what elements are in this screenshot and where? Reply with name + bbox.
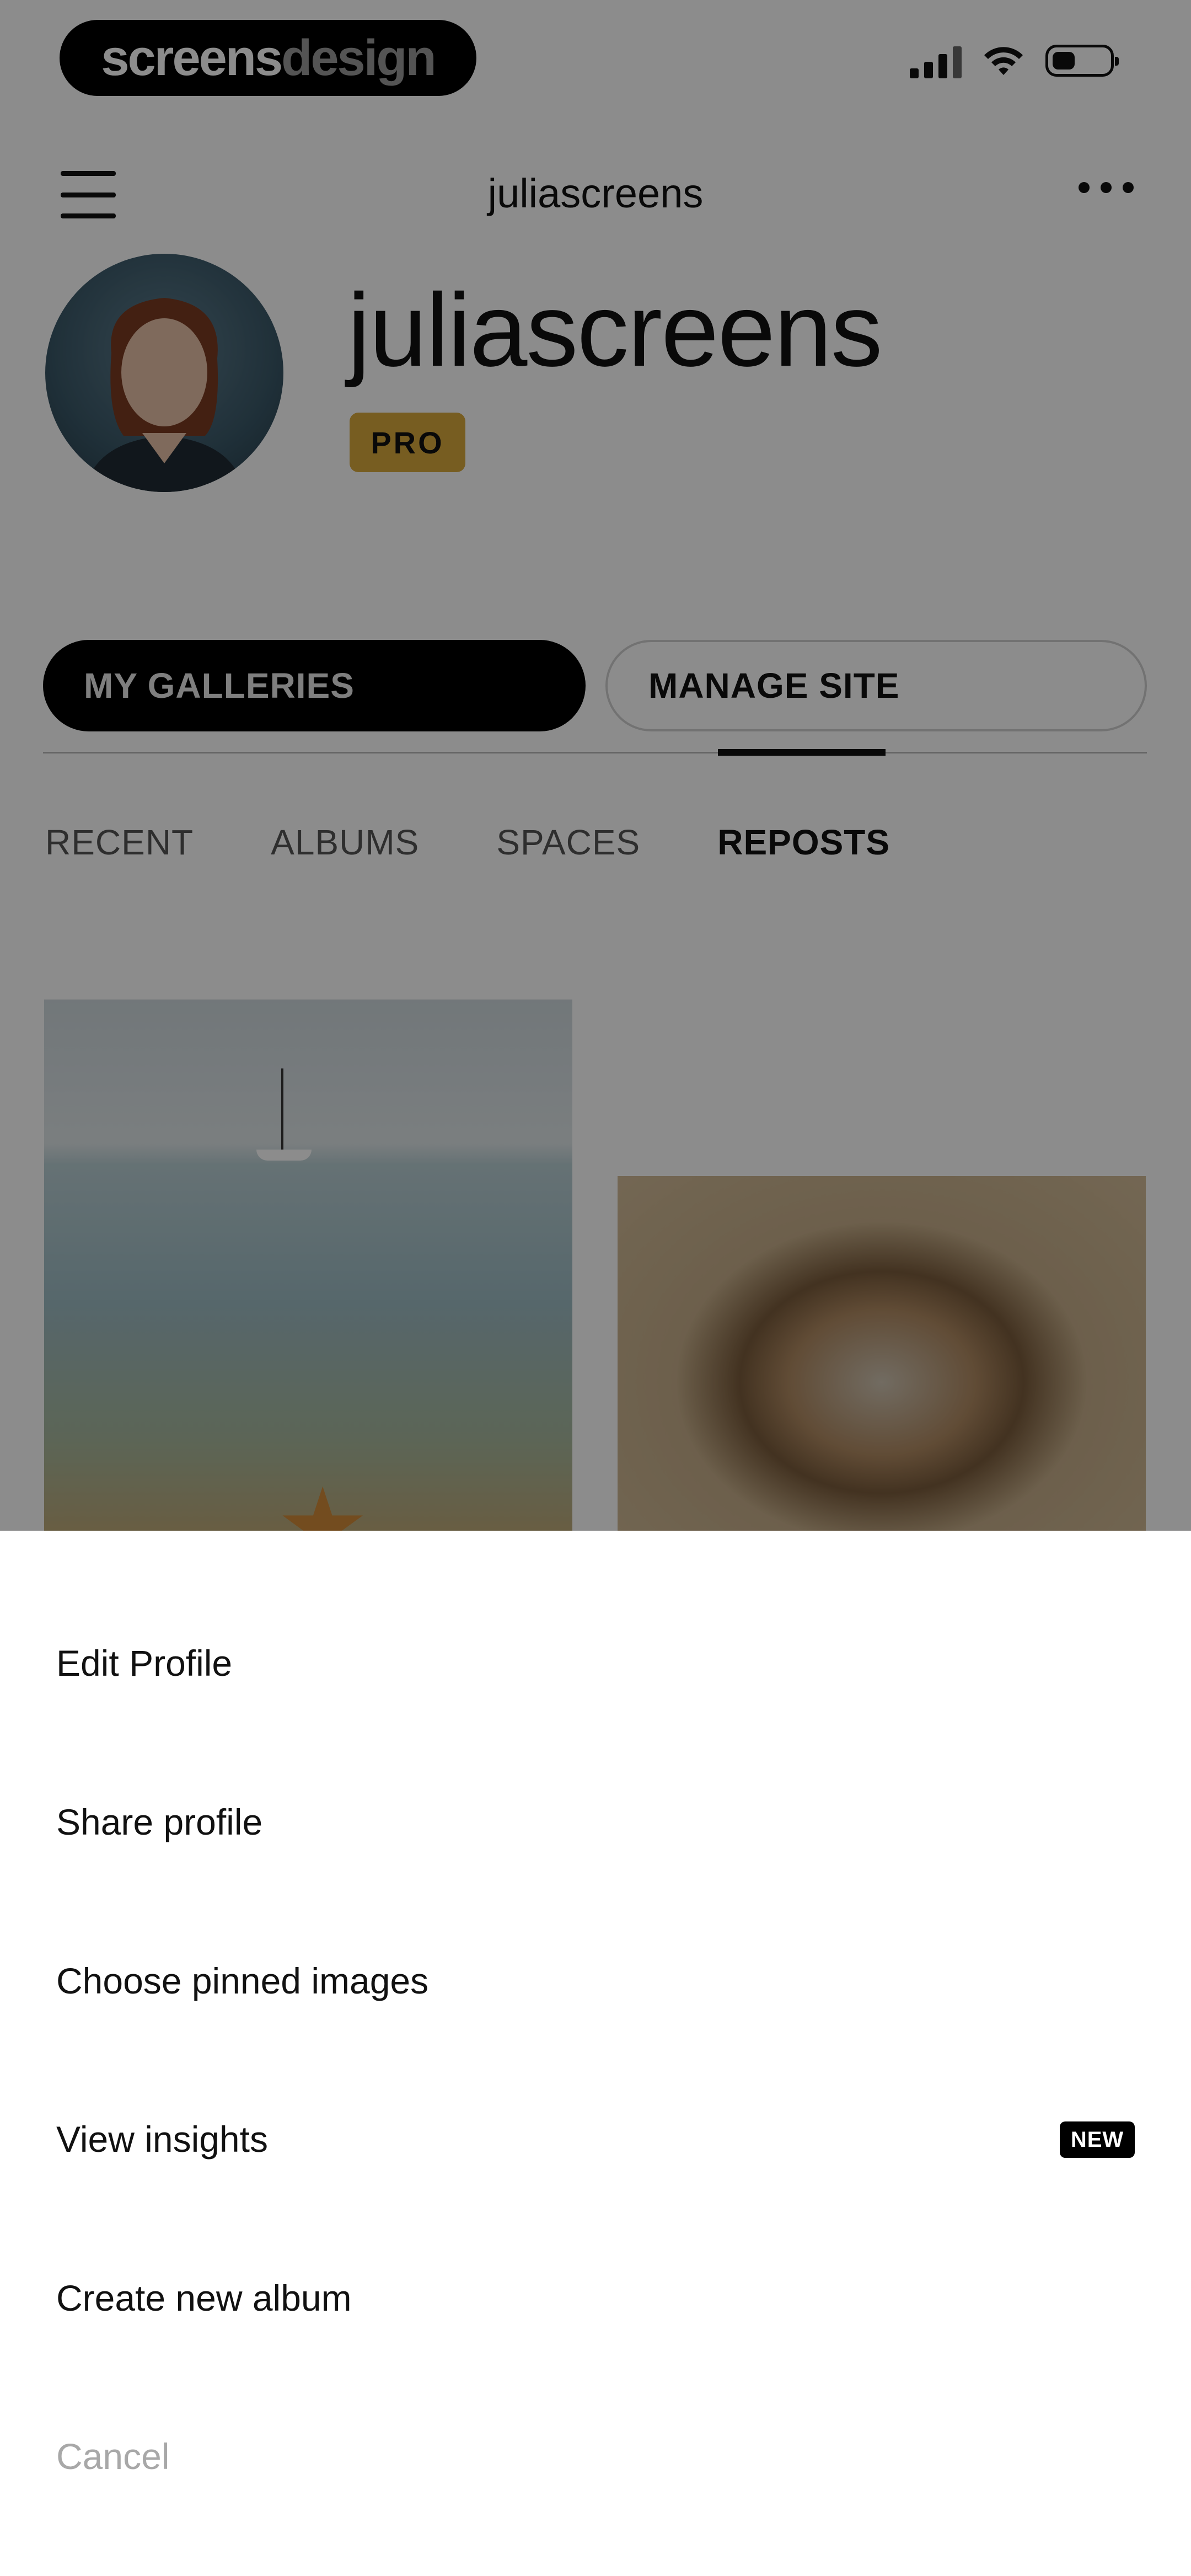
create-new-album-label: Create new album [56, 2278, 352, 2318]
modal-backdrop[interactable] [0, 0, 1191, 1531]
new-badge: NEW [1060, 2121, 1135, 2158]
action-sheet: Edit Profile Share profile Choose pinned… [0, 1531, 1191, 2576]
view-insights-label: View insights [56, 2119, 268, 2160]
share-profile-label: Share profile [56, 1802, 263, 1842]
edit-profile-label: Edit Profile [56, 1643, 233, 1684]
view-insights-option[interactable]: View insights NEW [56, 2084, 1137, 2194]
choose-pinned-images-option[interactable]: Choose pinned images [56, 1926, 1137, 2036]
cancel-button[interactable]: Cancel [56, 2401, 1137, 2511]
create-new-album-option[interactable]: Create new album [56, 2243, 1137, 2353]
share-profile-option[interactable]: Share profile [56, 1767, 1137, 1877]
edit-profile-option[interactable]: Edit Profile [56, 1608, 1137, 1718]
cancel-label: Cancel [56, 2436, 170, 2477]
choose-pinned-images-label: Choose pinned images [56, 1960, 429, 2001]
